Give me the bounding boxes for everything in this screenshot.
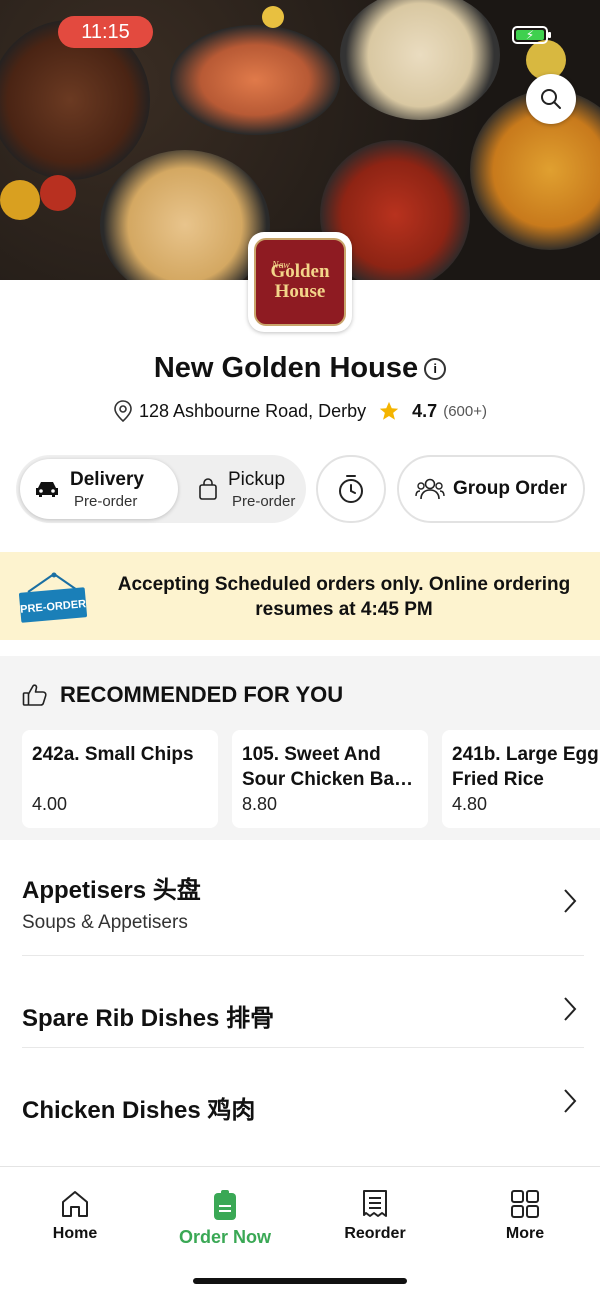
- recommended-header: RECOMMENDED FOR YOU: [22, 682, 343, 708]
- restaurant-name: New Golden House: [153, 352, 419, 384]
- delivery-label: Delivery: [70, 468, 144, 490]
- category-title: Chicken Dishes 鸡肉: [22, 1097, 256, 1124]
- group-order-button[interactable]: Group Order: [397, 455, 585, 523]
- info-icon[interactable]: i: [424, 358, 447, 381]
- star-icon: [380, 401, 399, 420]
- recommended-item-price: 4.00: [32, 794, 68, 814]
- bag-icon: [199, 478, 217, 500]
- receipt-icon: [363, 1190, 387, 1217]
- tab-label: Home: [52, 1225, 98, 1242]
- schedule-button[interactable]: [316, 455, 386, 523]
- pickup-option[interactable]: Pickup Pre-order: [184, 459, 302, 519]
- recommended-item-name-text: 241b. Large Egg Fried Rice: [452, 744, 599, 790]
- recommended-item-price: 8.80: [242, 794, 278, 814]
- home-icon: [62, 1191, 88, 1217]
- chevron-right-icon: [564, 889, 577, 913]
- battery-icon: ⚡: [512, 26, 551, 44]
- status-time: 11:15: [58, 16, 153, 48]
- chevron-right-icon: [564, 997, 577, 1021]
- chevron-right-icon: [564, 1089, 577, 1113]
- car-icon: [36, 482, 58, 497]
- recommended-section: RECOMMENDED FOR YOU 242a. Small Chips 4.…: [0, 656, 600, 840]
- recommended-item-name: 105. Sweet And Sour Chicken Ba…: [242, 744, 414, 790]
- category-title: Spare Rib Dishes 排骨: [22, 1005, 275, 1032]
- delivery-sublabel: Pre-order: [74, 492, 138, 510]
- recommended-title: RECOMMENDED FOR YOU: [60, 682, 344, 707]
- rating-count: (600+): [443, 402, 487, 420]
- banner-message: Accepting Scheduled orders only. Online …: [117, 574, 571, 620]
- thumbs-up-icon: [22, 684, 47, 706]
- pickup-label: Pickup: [228, 468, 286, 490]
- tab-home[interactable]: Home: [15, 1189, 135, 1243]
- timer-icon: [339, 475, 363, 503]
- recommended-card[interactable]: 242a. Small Chips 4.00: [22, 730, 218, 828]
- recommended-card[interactable]: 241b. Large Egg Fried Rice 4.80: [442, 730, 600, 828]
- tab-label: More: [505, 1225, 545, 1242]
- recommended-card[interactable]: 105. Sweet And Sour Chicken Ba… 8.80: [232, 730, 428, 828]
- restaurant-logo: New Golden House: [248, 232, 352, 332]
- logo-text-small: New: [272, 260, 290, 271]
- recommended-item-name: 242a. Small Chips: [32, 744, 194, 765]
- restaurant-name-row: New Golden House i: [0, 352, 600, 385]
- tab-reorder[interactable]: Reorder: [315, 1189, 435, 1243]
- group-order-label: Group Order: [452, 478, 567, 499]
- grid-icon: [511, 1190, 539, 1218]
- search-button[interactable]: [526, 74, 576, 124]
- address-row: 128 Ashbourne Road, Derby 4.7 (600+): [0, 400, 600, 422]
- tab-more[interactable]: More: [465, 1189, 585, 1243]
- recommended-item-name: 241b. Large Egg Fried Rice: [452, 742, 600, 792]
- tab-order-now[interactable]: Order Now: [165, 1189, 285, 1248]
- home-indicator: [193, 1278, 407, 1284]
- search-icon: [541, 89, 561, 109]
- order-bag-icon: [214, 1190, 236, 1220]
- order-mode-toggle: Delivery Pre-order Pickup Pre-order: [16, 455, 306, 523]
- schedule-banner: PRE-ORDER Accepting Scheduled orders onl…: [0, 552, 600, 640]
- restaurant-address: 128 Ashbourne Road, Derby: [139, 400, 367, 421]
- recommended-item-price: 4.80: [452, 794, 488, 814]
- category-row-spare-ribs[interactable]: Spare Rib Dishes 排骨: [22, 956, 584, 1048]
- category-subtitle: Soups & Appetisers: [22, 912, 188, 933]
- delivery-option[interactable]: Delivery Pre-order: [20, 459, 178, 519]
- category-title: Appetisers 头盘: [22, 877, 201, 904]
- group-icon: [415, 478, 445, 500]
- location-pin-icon: [114, 400, 132, 422]
- tab-label: Order Now: [178, 1227, 271, 1247]
- rating-value: 4.7: [412, 400, 438, 421]
- preorder-sign-icon: PRE-ORDER: [18, 572, 88, 623]
- category-row-appetisers[interactable]: Appetisers 头盘 Soups & Appetisers: [22, 840, 584, 956]
- logo-text-line2: House: [274, 281, 326, 302]
- pickup-sublabel: Pre-order: [232, 492, 296, 510]
- tab-label: Reorder: [344, 1225, 406, 1242]
- category-row-chicken[interactable]: Chicken Dishes 鸡肉: [22, 1048, 584, 1166]
